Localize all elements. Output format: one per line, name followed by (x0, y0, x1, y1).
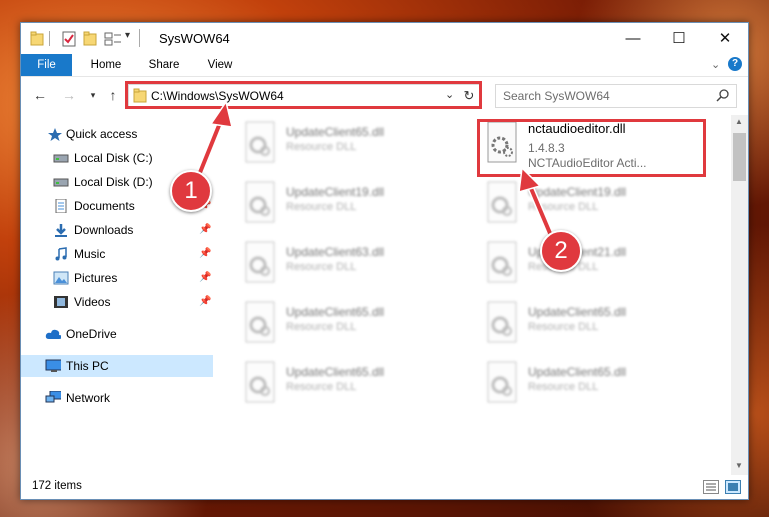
step-1-callout: 1 (170, 170, 212, 212)
step-2-callout: 2 (540, 230, 582, 272)
annotation-arrows (193, 100, 556, 240)
